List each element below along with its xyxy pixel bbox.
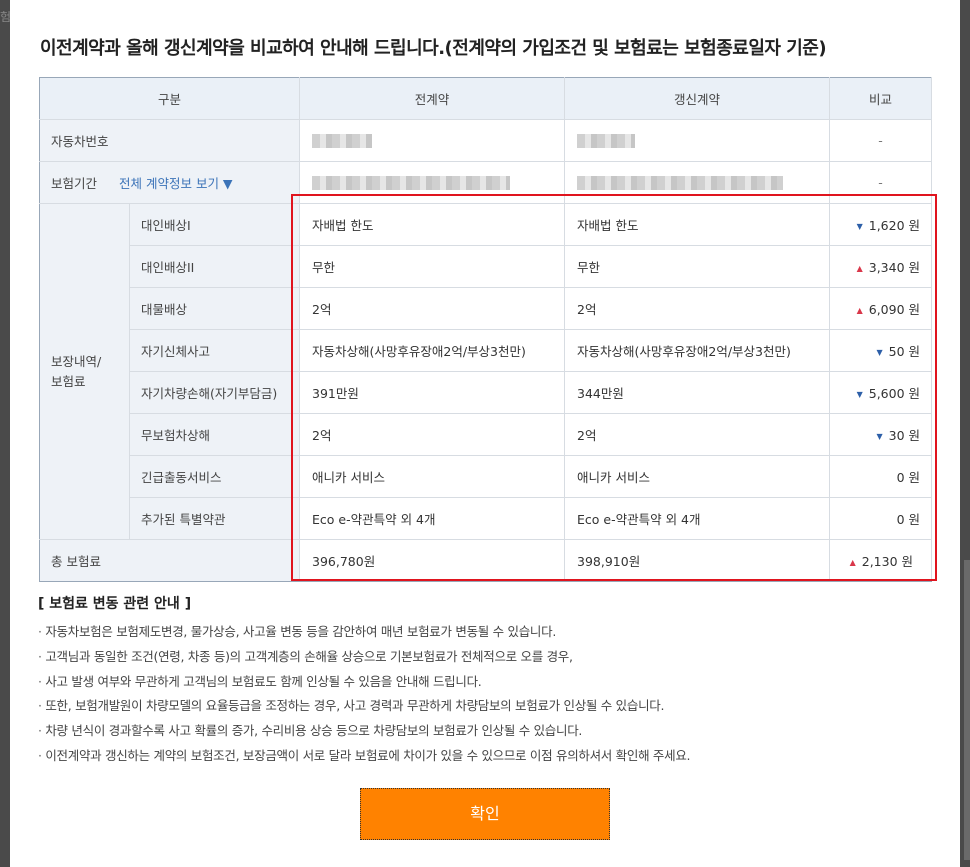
period-label: 보험기간 (51, 176, 98, 191)
coverage-group-label: 보장내역/ 보험료 (39, 203, 130, 540)
coverage-prev-value: Eco e-약관특약 외 4개 (299, 497, 566, 540)
total-premium-row: 총 보험료 396,780원 398,910원 ▲ 2,130 원 (39, 539, 933, 582)
car-number-prev (299, 119, 566, 162)
notice-item: 사고 발생 여부와 무관하게 고객님의 보험료도 함께 인상될 수 있음을 안내… (38, 672, 690, 697)
coverage-row: 자기차량손해(자기부담금) 391만원 344만원 ▼ 5,600 원 (40, 371, 933, 414)
coverage-diff: ▼ 1,620 원 (829, 203, 933, 246)
coverage-diff: ▼ 5,600 원 (829, 371, 933, 414)
period-renew (564, 161, 831, 204)
header-previous-contract: 전계약 (299, 77, 566, 120)
coverage-diff: ▼ 50 원 (829, 329, 933, 372)
coverage-diff-value: 0 원 (896, 470, 921, 485)
coverage-row: 무보험차상해 2억 2억 ▼ 30 원 (40, 413, 933, 456)
coverage-diff-value: 5,600 원 (868, 386, 921, 401)
coverage-diff: ▼ 30 원 (829, 413, 933, 456)
coverage-diff-value: 0 원 (896, 512, 921, 527)
coverage-renew-value: 자배법 한도 (564, 203, 831, 246)
notice-list: 자동차보험은 보험제도변경, 물가상승, 사고율 변동 등을 감안하여 매년 보… (38, 622, 690, 771)
notice-item: 고객님과 동일한 조건(연령, 차종 등)의 고객계층의 손해율 상승으로 기본… (38, 647, 690, 672)
car-number-row: 자동차번호 - (39, 119, 933, 162)
coverage-item-label: 대인배상II (129, 245, 301, 288)
coverage-row: 대인배상II 무한 무한 ▲ 3,340 원 (40, 245, 933, 288)
redacted-value (577, 134, 636, 149)
total-premium-label: 총 보험료 (39, 539, 301, 582)
coverage-row: 보장내역/ 보험료 대인배상I 자배법 한도 자배법 한도 ▼ 1,620 원 (39, 203, 933, 540)
confirm-button[interactable]: 확인 (360, 788, 610, 840)
coverage-prev-value: 애니카 서비스 (299, 455, 566, 498)
coverage-item-label: 대인배상I (129, 203, 301, 246)
car-number-label: 자동차번호 (39, 119, 301, 162)
coverage-renew-value: Eco e-약관특약 외 4개 (564, 497, 831, 540)
decrease-arrow-icon: ▼ (876, 432, 883, 441)
coverage-prev-value: 2억 (299, 287, 566, 330)
total-premium-prev: 396,780원 (299, 539, 566, 582)
coverage-diff-value: 6,090 원 (868, 302, 921, 317)
coverage-diff-value: 50 원 (888, 344, 921, 359)
total-premium-renew: 398,910원 (564, 539, 831, 582)
coverage-item-label: 대물배상 (129, 287, 301, 330)
increase-arrow-icon: ▲ (856, 264, 863, 273)
renewal-comparison-modal: 이전계약과 올해 갱신계약을 비교하여 안내해 드립니다.(전계약의 가입조건 … (10, 0, 960, 867)
coverage-item-label: 자기차량손해(자기부담금) (129, 371, 301, 414)
redacted-value (312, 176, 511, 191)
coverage-row: 자기신체사고 자동차상해(사망후유장애2억/부상3천만) 자동차상해(사망후유장… (40, 329, 933, 372)
increase-arrow-icon: ▲ (849, 558, 856, 567)
period-cell: 보험기간 전체 계약정보 보기 ▼ (39, 161, 301, 204)
coverage-row: 대물배상 2억 2억 ▲ 6,090 원 (40, 287, 933, 330)
view-all-contract-info-link[interactable]: 전체 계약정보 보기 ▼ (119, 176, 233, 191)
coverage-renew-value: 무한 (564, 245, 831, 288)
coverage-item-label: 긴급출동서비스 (129, 455, 301, 498)
coverage-prev-value: 2억 (299, 413, 566, 456)
coverage-renew-value: 2억 (564, 287, 831, 330)
comparison-table: 구분 전계약 갱신계약 비교 자동차번호 - 보험기간 전체 계약정보 보기 ▼ … (39, 77, 933, 582)
period-diff: - (829, 161, 933, 204)
coverage-item-label: 무보험차상해 (129, 413, 301, 456)
coverage-renew-value: 2억 (564, 413, 831, 456)
coverage-prev-value: 자배법 한도 (299, 203, 566, 246)
coverage-prev-value: 자동차상해(사망후유장애2억/부상3천만) (299, 329, 566, 372)
header-category: 구분 (39, 77, 301, 120)
modal-title: 이전계약과 올해 갱신계약을 비교하여 안내해 드립니다.(전계약의 가입조건 … (40, 38, 827, 59)
coverage-item-label: 추가된 특별약관 (129, 497, 301, 540)
coverage-diff: 0 원 (829, 497, 933, 540)
coverage-prev-value: 391만원 (299, 371, 566, 414)
period-row: 보험기간 전체 계약정보 보기 ▼ - (39, 161, 933, 204)
header-compare: 비교 (829, 77, 933, 120)
car-number-diff: - (829, 119, 933, 162)
notice-item: 이전계약과 갱신하는 계약의 보험조건, 보장금액이 서로 달라 보험료에 차이… (38, 746, 690, 771)
coverage-diff-value: 30 원 (888, 428, 921, 443)
coverage-prev-value: 무한 (299, 245, 566, 288)
decrease-arrow-icon: ▼ (856, 222, 863, 231)
total-premium-diff: ▲ 2,130 원 (829, 539, 933, 582)
redacted-value (577, 176, 784, 191)
notice-title: [ 보험료 변동 관련 안내 ] (38, 596, 192, 612)
coverage-diff: 0 원 (829, 455, 933, 498)
coverage-renew-value: 344만원 (564, 371, 831, 414)
decrease-arrow-icon: ▼ (856, 390, 863, 399)
car-number-renew (564, 119, 831, 162)
coverage-item-label: 자기신체사고 (129, 329, 301, 372)
coverage-diff-value: 1,620 원 (868, 218, 921, 233)
increase-arrow-icon: ▲ (856, 306, 863, 315)
decrease-arrow-icon: ▼ (876, 348, 883, 357)
notice-item: 자동차보험은 보험제도변경, 물가상승, 사고율 변동 등을 감안하여 매년 보… (38, 622, 690, 647)
coverage-diff-value: 3,340 원 (868, 260, 921, 275)
coverage-row: 긴급출동서비스 애니카 서비스 애니카 서비스 0 원 (40, 455, 933, 498)
backdrop-scrollbar (964, 560, 970, 860)
coverage-row: 추가된 특별약관 Eco e-약관특약 외 4개 Eco e-약관특약 외 4개… (40, 497, 933, 540)
redacted-value (312, 134, 373, 149)
header-renewal-contract: 갱신계약 (564, 77, 831, 120)
coverage-renew-value: 자동차상해(사망후유장애2억/부상3천만) (564, 329, 831, 372)
coverage-diff: ▲ 6,090 원 (829, 287, 933, 330)
table-header-row: 구분 전계약 갱신계약 비교 (39, 77, 933, 120)
notice-item: 차량 년식이 경과할수록 사고 확률의 증가, 수리비용 상승 등으로 차량담보… (38, 721, 690, 746)
notice-item: 또한, 보험개발원이 차량모델의 요율등급을 조정하는 경우, 사고 경력과 무… (38, 696, 690, 721)
coverage-renew-value: 애니카 서비스 (564, 455, 831, 498)
period-prev (299, 161, 566, 204)
coverage-diff: ▲ 3,340 원 (829, 245, 933, 288)
total-premium-diff-value: 2,130 원 (861, 554, 914, 569)
